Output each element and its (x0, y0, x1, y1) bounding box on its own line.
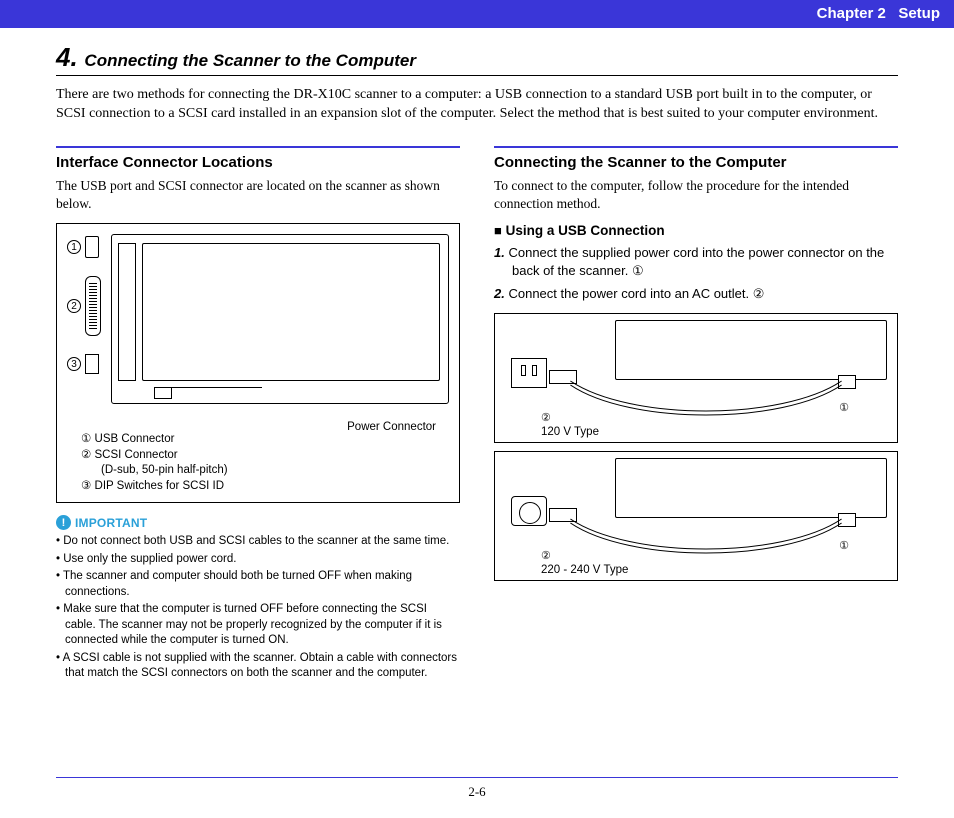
section-title: 4. Connecting the Scanner to the Compute… (56, 42, 898, 76)
dip-switch-icon (85, 354, 99, 374)
scsi-port-icon (85, 276, 101, 336)
left-column: Interface Connector Locations The USB po… (56, 146, 460, 684)
figure-legend: ① USB Connector ② SCSI Connector (D-sub,… (67, 432, 449, 494)
square-bullet-icon: ■ (494, 223, 502, 238)
list-item: The scanner and computer should both be … (56, 569, 460, 600)
callout-2: 2 (67, 299, 81, 313)
right-text: To connect to the computer, follow the p… (494, 177, 898, 213)
voltage-type-label: 220 - 240 V Type (541, 564, 628, 576)
list-item: 2. Connect the power cord into an AC out… (494, 285, 898, 303)
chapter-label: Chapter 2 (817, 5, 886, 22)
column-rule (56, 146, 460, 148)
page-number: 2-6 (0, 784, 954, 800)
power-connector-icon (154, 387, 172, 399)
usb-port-icon (85, 236, 99, 258)
important-icon: ! (56, 515, 71, 530)
footer-rule (56, 777, 898, 779)
important-list: Do not connect both USB and SCSI cables … (56, 534, 460, 682)
callout-2: ② (541, 549, 551, 562)
section-number: 4. (56, 42, 78, 72)
outlet-us-icon (511, 358, 547, 388)
power-connector-label: Power Connector (347, 421, 436, 433)
scanner-underside-icon (615, 458, 887, 518)
list-item: A SCSI cable is not supplied with the sc… (56, 651, 460, 682)
callout-3: 3 (67, 357, 81, 371)
list-item: 1. Connect the supplied power cord into … (494, 244, 898, 279)
list-item: Use only the supplied power cord. (56, 552, 460, 568)
callout-1: ① (839, 539, 849, 552)
connector-figure: 1 2 3 Power Connector ① USB Connector ② … (56, 223, 460, 503)
cable-figure-220v: ② ① 220 - 240 V Type (494, 451, 898, 581)
usb-steps: 1. Connect the supplied power cord into … (494, 244, 898, 303)
callout-1: 1 (67, 240, 81, 254)
callout-2: ② (541, 411, 551, 424)
important-heading: ! IMPORTANT (56, 515, 460, 530)
chapter-header: Chapter 2 Setup (0, 0, 954, 28)
cable-figure-120v: ② ① 120 V Type (494, 313, 898, 443)
section-heading: Connecting the Scanner to the Computer (84, 51, 416, 70)
left-text: The USB port and SCSI connector are loca… (56, 177, 460, 213)
usb-subheading: ■ Using a USB Connection (494, 223, 898, 238)
list-item: Make sure that the computer is turned OF… (56, 602, 460, 649)
scanner-rear-diagram: Power Connector (111, 234, 449, 404)
column-rule (494, 146, 898, 148)
power-cord-icon (565, 376, 847, 416)
left-heading: Interface Connector Locations (56, 154, 460, 171)
right-heading: Connecting the Scanner to the Computer (494, 154, 898, 171)
intro-paragraph: There are two methods for connecting the… (56, 86, 898, 124)
important-label: IMPORTANT (75, 516, 147, 530)
callout-1: ① (839, 401, 849, 414)
voltage-type-label: 120 V Type (541, 426, 599, 438)
chapter-title: Setup (898, 5, 940, 22)
scanner-underside-icon (615, 320, 887, 380)
list-item: Do not connect both USB and SCSI cables … (56, 534, 460, 550)
power-cord-icon (565, 514, 847, 554)
outlet-eu-icon (511, 496, 547, 526)
right-column: Connecting the Scanner to the Computer T… (494, 146, 898, 684)
